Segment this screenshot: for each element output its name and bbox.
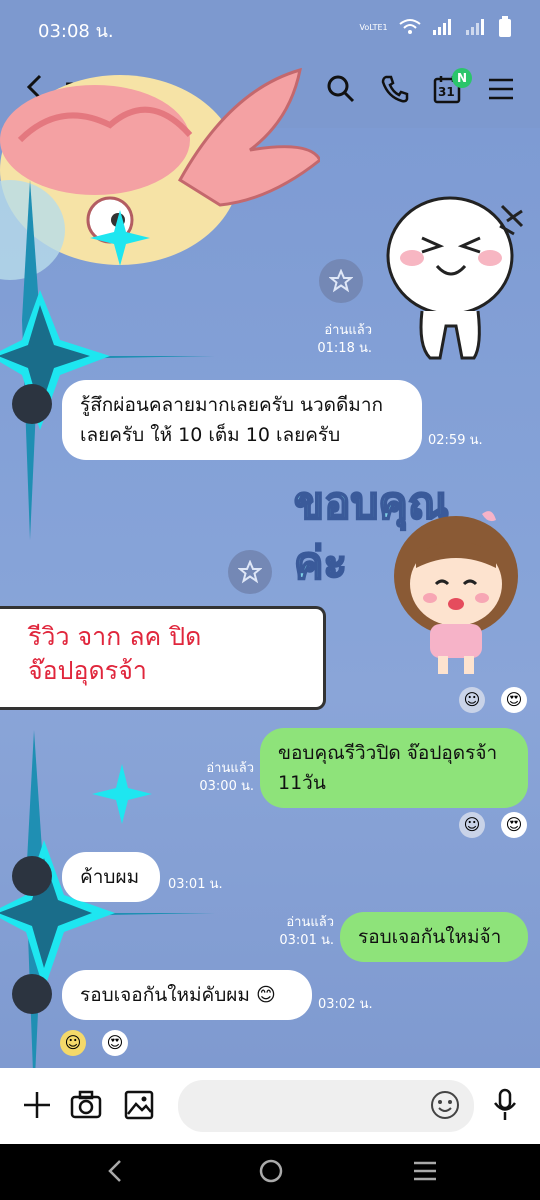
voice-button[interactable]: [490, 1088, 520, 1126]
status-icons: VoLTE1: [359, 16, 512, 38]
avatar[interactable]: [12, 384, 52, 424]
message-time: 03:01 น.: [279, 933, 334, 948]
recents-icon: [414, 1161, 436, 1181]
react-smile-icon[interactable]: ☺: [60, 1030, 86, 1056]
message-time: 03:01 น.: [168, 877, 223, 892]
nav-back-button[interactable]: [104, 1158, 126, 1188]
search-icon: [327, 75, 355, 103]
message-bubble[interactable]: รอบเจอกันใหม่คับผม 😊: [62, 970, 312, 1020]
read-label: อ่านแล้ว: [206, 761, 254, 776]
star-icon: [328, 268, 354, 293]
nav-recents-button[interactable]: [412, 1160, 438, 1186]
phone-icon: [381, 75, 409, 103]
message-bubble[interactable]: ค้าบผม: [62, 852, 160, 902]
new-badge: N: [452, 68, 472, 88]
call-button[interactable]: [380, 74, 410, 104]
react-love-icon[interactable]: 😍: [501, 687, 527, 713]
image-icon: [124, 1090, 154, 1120]
girl-character: [394, 511, 518, 674]
calendar-button[interactable]: 31 N: [432, 68, 472, 104]
battery-icon: [499, 16, 511, 37]
camera-button[interactable]: [70, 1090, 102, 1124]
sticker-favorite-button[interactable]: [319, 259, 363, 303]
read-receipt: อ่านแล้ว 03:01 น.: [252, 914, 334, 950]
message-bubble[interactable]: ขอบคุณรีวิวปิด จ๊อปอุดรจ้า 11วัน: [260, 728, 528, 808]
sparkle-decoration: [0, 180, 215, 540]
emoji-button[interactable]: [430, 1090, 460, 1124]
react-love-icon[interactable]: 😍: [501, 812, 527, 838]
calendar-day: 31: [438, 85, 455, 99]
nav-home-button[interactable]: [258, 1158, 284, 1188]
home-icon: [259, 1159, 283, 1183]
gallery-button[interactable]: [124, 1090, 154, 1124]
message-time: 02:59 น.: [428, 433, 483, 448]
wifi-icon: [399, 19, 421, 34]
review-label: รีวิว จาก ลค ปิดจ๊อปอุดรจ้า: [28, 622, 202, 685]
sticker-favorite-button[interactable]: [228, 550, 272, 594]
search-button[interactable]: [326, 74, 356, 104]
star-icon: [237, 559, 263, 584]
microphone-icon: [494, 1088, 516, 1120]
message-bubble[interactable]: รู้สึกผ่อนคลายมากเลยครับ นวดดีมากเลยครับ…: [62, 380, 422, 460]
message-time: 03:02 น.: [318, 997, 373, 1012]
signal-icon: [432, 19, 451, 35]
message-time: 01:18 น.: [317, 341, 372, 356]
menu-icon: [489, 78, 513, 100]
react-love-icon[interactable]: 😍: [102, 1030, 128, 1056]
camera-icon: [70, 1090, 102, 1119]
react-emoji-icon[interactable]: ☺: [459, 812, 485, 838]
laughing-sticker[interactable]: [382, 196, 532, 366]
message-bubble[interactable]: รอบเจอกันใหม่จ้า: [340, 912, 528, 962]
read-receipt: อ่านแล้ว 03:00 น.: [170, 760, 254, 796]
read-label: อ่านแล้ว: [324, 323, 372, 338]
volte-icon: VoLTE1: [359, 22, 388, 32]
read-receipt: อ่านแล้ว 01:18 น.: [292, 322, 372, 358]
react-emoji-icon[interactable]: ☺: [459, 687, 485, 713]
avatar[interactable]: [12, 974, 52, 1014]
message-time: 03:00 น.: [199, 779, 254, 794]
back-icon: [108, 1160, 121, 1182]
emoji-icon: [431, 1091, 459, 1119]
read-label: อ่านแล้ว: [286, 915, 334, 930]
signal-icon-2: [465, 19, 484, 35]
add-button[interactable]: [22, 1090, 52, 1124]
menu-button[interactable]: [486, 74, 516, 104]
plus-icon: [24, 1092, 50, 1118]
avatar[interactable]: [12, 856, 52, 896]
thank-you-sticker[interactable]: ขอบคุณค่ะ: [290, 470, 530, 680]
